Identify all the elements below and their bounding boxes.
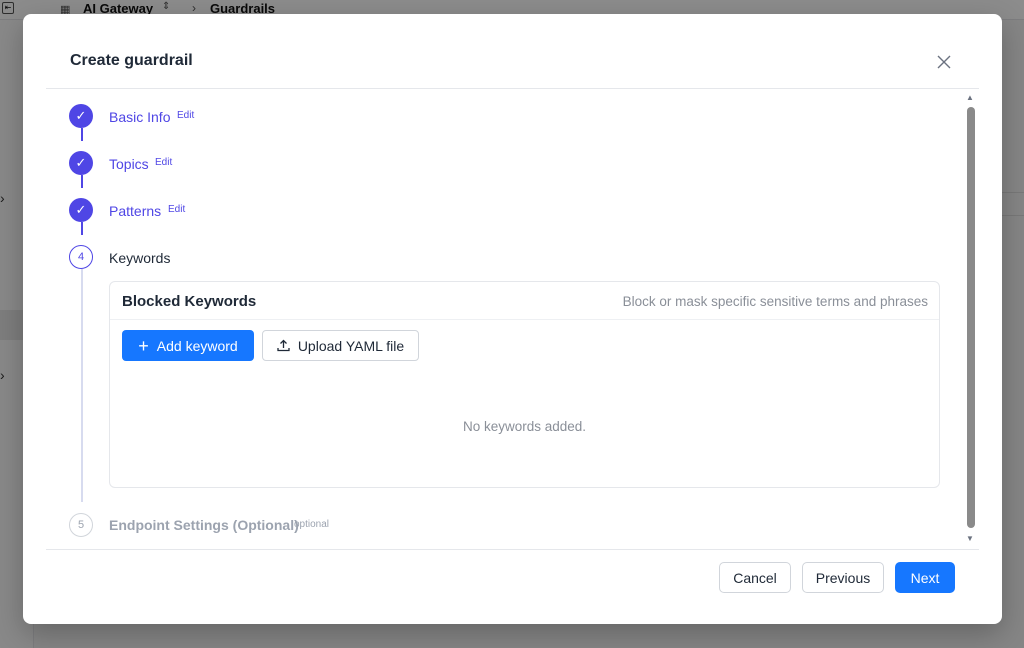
plus-icon: + — [138, 335, 149, 356]
step-5-indicator: 5 — [69, 513, 93, 537]
previous-button[interactable]: Previous — [802, 562, 884, 593]
header-divider — [46, 88, 979, 89]
card-description: Block or mask specific sensitive terms a… — [622, 294, 928, 309]
step-3-edit-link[interactable]: Edit — [168, 204, 185, 215]
check-icon: ✓ — [75, 108, 87, 123]
close-button[interactable] — [933, 51, 955, 73]
upload-icon — [277, 339, 290, 352]
upload-yaml-label: Upload YAML file — [297, 337, 405, 354]
step-1-edit-link[interactable]: Edit — [177, 110, 194, 121]
close-icon — [937, 55, 951, 69]
check-icon: ✓ — [75, 202, 87, 217]
scroll-up-arrow[interactable]: ▲ — [965, 94, 975, 102]
step-connector — [81, 128, 83, 141]
cancel-button[interactable]: Cancel — [719, 562, 791, 593]
step-connector — [81, 269, 83, 502]
step-2-label[interactable]: Topics — [109, 156, 149, 172]
step-1-label[interactable]: Basic Info — [109, 109, 170, 125]
next-button[interactable]: Next — [895, 562, 955, 593]
step-2-edit-link[interactable]: Edit — [155, 157, 172, 168]
card-header-divider — [110, 319, 939, 320]
blocked-keywords-card: Blocked Keywords Block or mask specific … — [109, 281, 940, 488]
step-3-indicator: ✓ — [69, 198, 93, 222]
add-keyword-button[interactable]: + Add keyword — [122, 330, 254, 361]
check-icon: ✓ — [75, 155, 87, 170]
add-keyword-label: Add keyword — [156, 337, 238, 354]
step-4-label: Keywords — [109, 250, 171, 266]
modal-title: Create guardrail — [70, 52, 193, 69]
scroll-down-arrow[interactable]: ▼ — [965, 535, 975, 543]
step-5-label: Endpoint Settings (Optional) — [109, 517, 299, 533]
step-connector — [81, 175, 83, 188]
footer-divider — [46, 549, 979, 550]
step-3-label[interactable]: Patterns — [109, 203, 161, 219]
step-1-indicator: ✓ — [69, 104, 93, 128]
card-title: Blocked Keywords — [122, 293, 257, 310]
step-5-optional-tag: optional — [294, 519, 330, 530]
upload-yaml-button[interactable]: Upload YAML file — [262, 330, 419, 361]
empty-keywords-message: No keywords added. — [462, 419, 587, 434]
step-connector — [81, 222, 83, 235]
step-4-indicator: 4 — [69, 245, 93, 269]
create-guardrail-modal: Create guardrail ▲ ▼ ✓ Basic Info Edit ✓… — [23, 14, 1002, 624]
step-2-indicator: ✓ — [69, 151, 93, 175]
scrollbar-thumb[interactable] — [967, 107, 975, 528]
